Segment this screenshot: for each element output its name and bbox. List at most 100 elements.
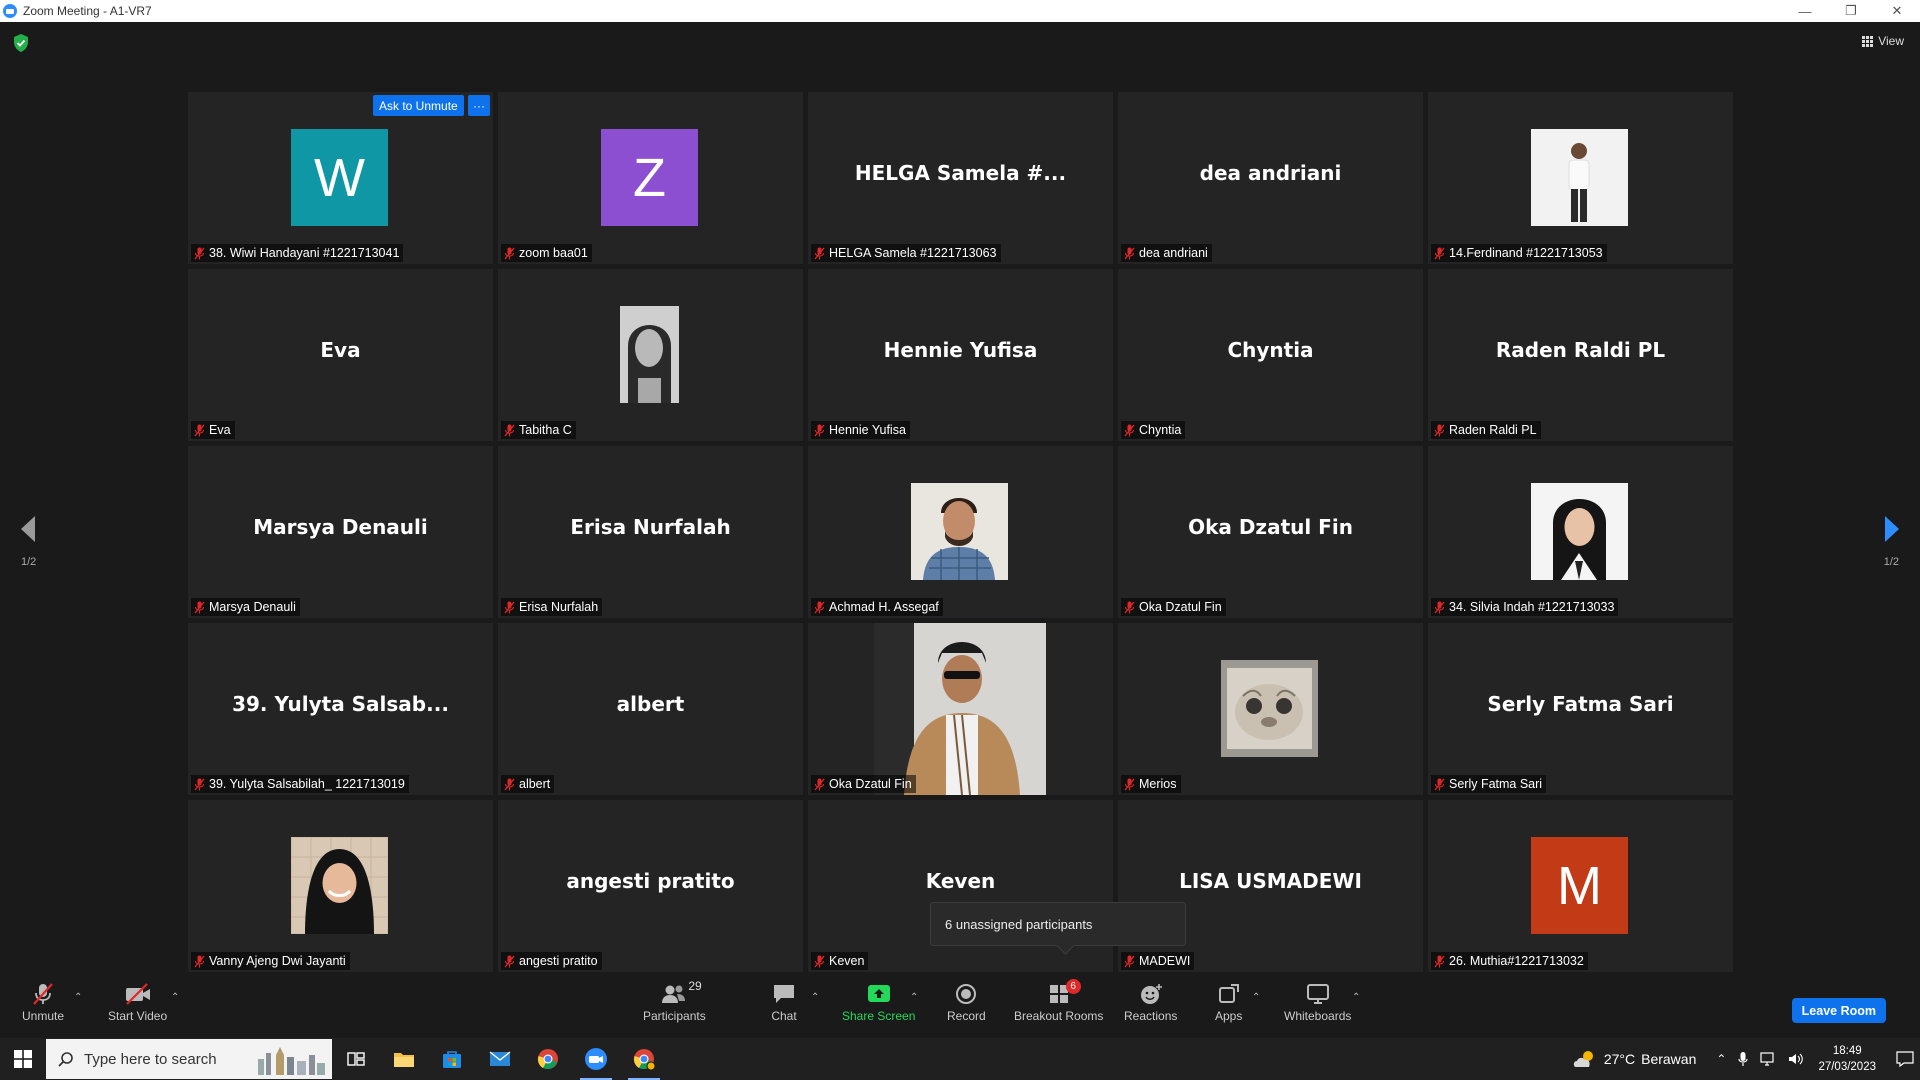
notification-center-button[interactable] [1890, 1038, 1920, 1080]
participant-name: 26. Muthia#1221713032 [1449, 954, 1584, 968]
participant-tile[interactable]: Erisa Nurfalah Erisa Nurfalah [498, 446, 803, 618]
participant-tile[interactable]: 34. Silvia Indah #1221713033 [1428, 446, 1733, 618]
participant-tile[interactable]: Vanny Ajeng Dwi Jayanti [188, 800, 493, 972]
folder-icon [394, 1053, 414, 1067]
security-shield-icon[interactable] [13, 34, 29, 52]
whiteboards-button[interactable]: Whiteboards [1284, 980, 1351, 1023]
chrome-button[interactable] [524, 1038, 572, 1080]
notification-speech-bubble-icon [1896, 1051, 1914, 1067]
breakout-rooms-badge: 6 [1065, 979, 1081, 994]
participant-name: Erisa Nurfalah [519, 600, 599, 614]
record-button[interactable]: Record [947, 980, 986, 1023]
participant-name: zoom baa01 [519, 246, 588, 260]
speaker-volume-icon[interactable] [1788, 1052, 1804, 1066]
meeting-toolbar: Unmute ⌃ Start Video ⌃ 29 Participants C… [0, 972, 1920, 1038]
mail-button[interactable] [476, 1038, 524, 1080]
participant-tile[interactable]: Hennie Yufisa Hennie Yufisa [808, 269, 1113, 441]
participant-display-name: albert [616, 692, 685, 716]
apps-button[interactable]: Apps [1215, 980, 1242, 1023]
unassigned-participants-tooltip[interactable]: 6 unassigned participants [930, 902, 1186, 946]
view-button[interactable]: View [1862, 34, 1904, 48]
participant-tile[interactable]: dea andriani dea andriani [1118, 92, 1423, 264]
participant-name: 14.Ferdinand #1221713053 [1449, 246, 1603, 260]
participant-tile[interactable]: LISA USMADEWI MADEWI [1118, 800, 1423, 972]
participant-tile[interactable]: angesti pratito angesti pratito [498, 800, 803, 972]
participant-name: 39. Yulyta Salsabilah_ 1221713019 [209, 777, 405, 791]
task-view-icon [347, 1052, 365, 1066]
chat-button[interactable]: Chat [771, 980, 797, 1023]
participant-name-label: Oka Dzatul Fin [811, 775, 916, 793]
participants-button[interactable]: 29 Participants [643, 979, 706, 1023]
participant-tile[interactable]: HELGA Samela #... HELGA Samela #122171306… [808, 92, 1113, 264]
participant-tile[interactable]: Tabitha C [498, 269, 803, 441]
task-view-button[interactable] [332, 1038, 380, 1080]
weather-widget[interactable]: 27°C Berawan [1572, 1049, 1696, 1069]
participant-name: Oka Dzatul Fin [829, 777, 912, 791]
participant-profile-photo [1531, 483, 1628, 580]
participant-tile[interactable]: 14.Ferdinand #1221713053 [1428, 92, 1733, 264]
apps-options-caret-icon[interactable]: ⌃ [1252, 992, 1260, 1003]
muted-mic-icon [1434, 601, 1445, 613]
meeting-stage: View 1/2 1/2 W Ask to Unmute ··· 38. Wiwi H… [0, 22, 1920, 972]
tray-icons: ⌃ [1716, 1051, 1804, 1067]
participant-name-label: 26. Muthia#1221713032 [1431, 952, 1588, 970]
leave-room-button[interactable]: Leave Room [1791, 998, 1886, 1023]
taskbar-clock[interactable]: 18:49 27/03/2023 [1818, 1043, 1876, 1075]
breakout-rooms-button[interactable]: 6 Breakout Rooms [1014, 979, 1103, 1023]
start-video-button[interactable]: Start Video [108, 980, 167, 1023]
participant-tile[interactable]: M 26. Muthia#1221713032 [1428, 800, 1733, 972]
participant-tile[interactable]: Oka Dzatul Fin Oka Dzatul Fin [1118, 446, 1423, 618]
participant-tile[interactable]: Zzoom baa01 [498, 92, 803, 264]
participant-display-name: Hennie Yufisa [883, 338, 1038, 362]
whiteboards-label: Whiteboards [1284, 1009, 1352, 1023]
audio-options-caret-icon[interactable]: ⌃ [74, 992, 82, 1003]
close-button[interactable]: ✕ [1874, 0, 1920, 22]
participant-tile[interactable]: W Ask to Unmute ··· 38. Wiwi Handayani #122… [188, 92, 493, 264]
zoom-taskbar-button[interactable] [572, 1038, 620, 1080]
participant-tile[interactable]: 39. Yulyta Salsab... 39. Yulyta Salsabila… [188, 623, 493, 795]
microphone-in-use-icon[interactable] [1738, 1051, 1749, 1067]
participant-tile[interactable]: Merios [1118, 623, 1423, 795]
taskbar-search-box[interactable]: Type here to search [46, 1039, 332, 1079]
muted-mic-icon [504, 424, 515, 436]
participant-display-name: Marsya Denauli [253, 515, 428, 539]
share-options-caret-icon[interactable]: ⌃ [910, 992, 918, 1003]
participant-name: Chyntia [1139, 423, 1182, 437]
reactions-button[interactable]: Reactions [1124, 980, 1177, 1023]
file-explorer-button[interactable] [380, 1038, 428, 1080]
participant-display-name: Eva [320, 338, 361, 362]
previous-page-arrow-icon[interactable] [18, 514, 38, 544]
video-options-caret-icon[interactable]: ⌃ [171, 992, 179, 1003]
participant-tile[interactable]: Eva Eva [188, 269, 493, 441]
participant-name: albert [519, 777, 551, 791]
ask-to-unmute-button[interactable]: Ask to Unmute [373, 95, 464, 116]
search-placeholder: Type here to search [84, 1050, 217, 1068]
more-options-button[interactable]: ··· [468, 95, 490, 116]
chat-options-caret-icon[interactable]: ⌃ [811, 992, 819, 1003]
share-screen-button[interactable]: Share Screen [842, 980, 915, 1023]
microsoft-store-button[interactable] [428, 1038, 476, 1080]
windows-start-button[interactable] [0, 1038, 46, 1080]
participant-tile[interactable]: Marsya Denauli Marsya Denauli [188, 446, 493, 618]
participant-avatar-initial: Z [601, 129, 698, 226]
participant-tile[interactable]: Oka Dzatul Fin [808, 623, 1113, 795]
participant-tile[interactable]: Serly Fatma Sari Serly Fatma Sari [1428, 623, 1733, 795]
participant-profile-photo [620, 306, 679, 403]
show-hidden-icons-chevron-icon[interactable]: ⌃ [1716, 1052, 1726, 1066]
unmute-button[interactable]: Unmute [22, 980, 64, 1023]
participant-name-label: Achmad H. Assegaf [811, 598, 943, 616]
minimize-button[interactable]: — [1782, 0, 1828, 22]
restore-button[interactable]: ❐ [1828, 0, 1874, 22]
chrome-profile-taskbar-button[interactable] [620, 1038, 668, 1080]
participants-count: 29 [688, 979, 702, 993]
next-page-arrow-icon[interactable] [1882, 514, 1902, 544]
participant-tile[interactable]: Raden Raldi PL Raden Raldi PL [1428, 269, 1733, 441]
participant-tile[interactable]: Chyntia Chyntia [1118, 269, 1423, 441]
windows-taskbar: Type here to search 27°C Berawan ⌃ 18:49… [0, 1038, 1920, 1080]
whiteboards-options-caret-icon[interactable]: ⌃ [1352, 992, 1360, 1003]
participant-tile[interactable]: Achmad H. Assegaf [808, 446, 1113, 618]
participant-profile-photo [911, 483, 1008, 580]
network-icon[interactable] [1760, 1052, 1776, 1066]
muted-mic-icon [814, 778, 825, 790]
participant-tile[interactable]: albert albert [498, 623, 803, 795]
